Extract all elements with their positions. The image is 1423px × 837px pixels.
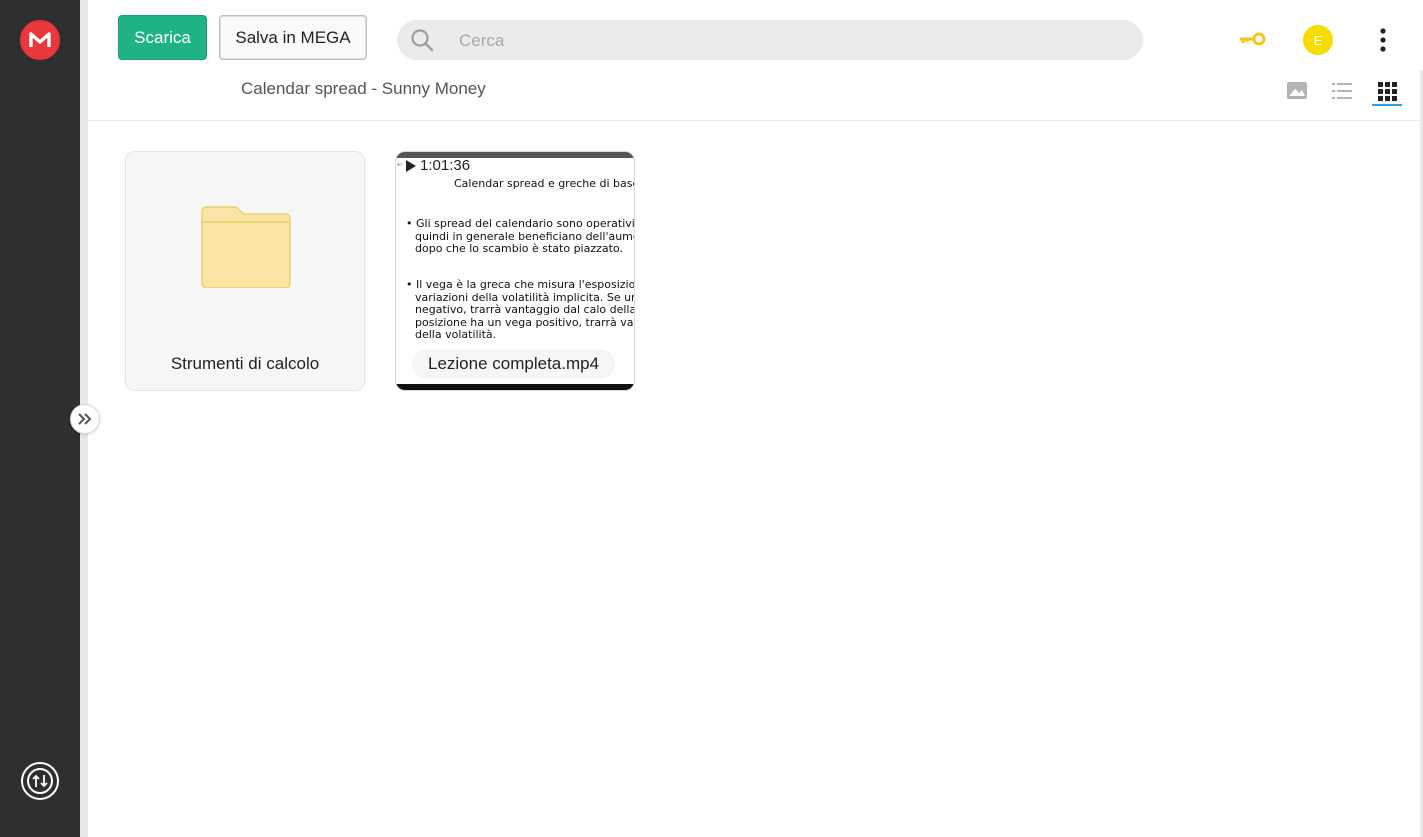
media-view-icon[interactable] <box>1284 78 1310 104</box>
folder-name: Strumenti di calcolo <box>170 354 320 373</box>
video-file-name: Lezione completa.mp4 <box>412 349 616 379</box>
mega-logo-icon[interactable] <box>20 20 60 60</box>
play-icon <box>406 160 416 172</box>
thumbnail-title: Calendar spread e greche di base <box>454 177 635 190</box>
search-input[interactable] <box>457 20 1121 62</box>
thumbnail-bullet-1: • Gli spread del calendario sono operati… <box>406 217 635 256</box>
avatar[interactable]: E <box>1303 25 1333 55</box>
video-duration: 1:01:36 <box>420 157 471 174</box>
video-tile[interactable]: ▪▫ 1:01:36 Calendar spread e greche di b… <box>395 151 635 391</box>
transfer-manager-icon[interactable] <box>20 761 60 801</box>
double-chevron-right-icon <box>78 413 92 425</box>
thumbnail-logo-mark: ▪▫ <box>397 160 403 169</box>
thumbnail-bullet-2: • Il vega è la greca che misura l'esposi… <box>406 278 635 342</box>
grid-view-icon[interactable] <box>1374 78 1400 104</box>
search-bar[interactable] <box>397 20 1143 62</box>
mega-m-icon <box>29 32 51 47</box>
header-divider <box>88 120 1423 121</box>
expand-sidebar-button[interactable] <box>70 404 100 434</box>
left-sidebar <box>0 0 80 837</box>
active-view-indicator <box>1372 104 1402 106</box>
download-button[interactable]: Scarica <box>118 15 207 60</box>
folder-icon <box>201 206 291 288</box>
breadcrumb: Calendar spread - Sunny Money <box>241 79 486 98</box>
key-icon[interactable] <box>1238 29 1268 49</box>
video-thumbnail-bottombar <box>396 384 634 390</box>
list-view-icon[interactable] <box>1329 78 1355 104</box>
search-icon[interactable] <box>410 28 434 52</box>
save-to-mega-button[interactable]: Salva in MEGA <box>219 15 367 60</box>
more-options-icon[interactable] <box>1373 26 1393 54</box>
folder-tile[interactable]: Strumenti di calcolo <box>125 151 365 391</box>
